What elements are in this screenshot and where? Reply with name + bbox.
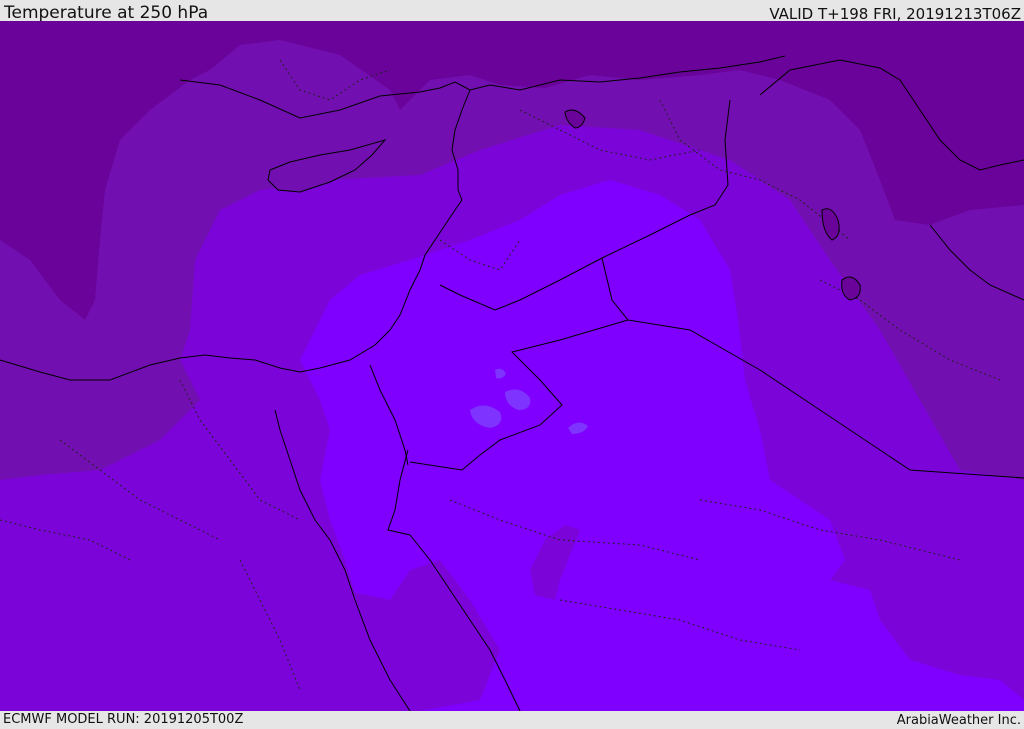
weather-map[interactable] (0, 21, 1024, 711)
chart-title: Temperature at 250 hPa (4, 3, 209, 23)
model-run-label: ECMWF MODEL RUN: 20191205T00Z (3, 712, 244, 727)
footer-bar: ECMWF MODEL RUN: 20191205T00Z ArabiaWeat… (0, 711, 1024, 729)
header-bar: Temperature at 250 hPa VALID T+198 FRI, … (0, 0, 1024, 23)
temperature-field-map (0, 21, 1024, 711)
credit-label: ArabiaWeather Inc. (896, 713, 1021, 728)
